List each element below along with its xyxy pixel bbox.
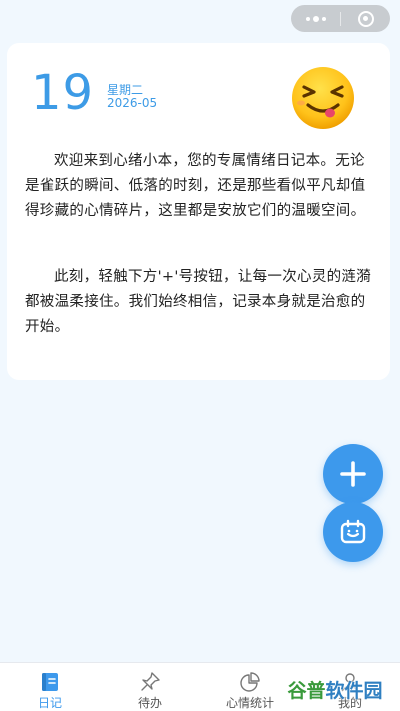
tab-todo[interactable]: 待办 (100, 663, 200, 711)
watermark-logo: 谷普 软件园 (276, 674, 394, 704)
diary-card: 19 星期二 2026-05 欢迎来到心绪小本，您的专属情绪日记本。无论是雀跃的… (7, 43, 390, 380)
watermark-part1: 谷普 (287, 679, 326, 702)
mini-program-capsule (291, 5, 390, 32)
add-entry-button[interactable] (323, 444, 383, 504)
close-button[interactable] (341, 10, 390, 27)
target-close-icon (357, 10, 374, 27)
ellipsis-icon (305, 16, 310, 21)
calendar-button[interactable] (323, 502, 383, 562)
instruction-paragraph: 此刻，轻触下方'+'号按钮，让每一次心灵的涟漪都被温柔接住。我们始终相信，记录本… (25, 269, 372, 335)
diary-icon (42, 673, 58, 691)
tab-diary-label: 日记 (37, 696, 62, 710)
tab-diary[interactable]: 日记 (0, 663, 100, 711)
more-button[interactable] (291, 15, 340, 22)
calendar-icon (340, 519, 366, 544)
tab-mood-stats-label: 心情统计 (225, 696, 274, 710)
pie-chart-icon (240, 672, 260, 692)
day-number: 19 (31, 65, 95, 121)
pin-icon (141, 672, 160, 691)
watermark-part2: 软件园 (325, 679, 383, 702)
welcome-paragraph: 欢迎来到心绪小本，您的专属情绪日记本。无论是雀跃的瞬间、低落的时刻，还是那些看似… (25, 153, 366, 219)
plus-icon (340, 461, 366, 487)
laughing-emoji-icon (292, 67, 354, 129)
year-month-label: 2026-05 (107, 96, 158, 110)
tab-todo-label: 待办 (137, 696, 162, 710)
